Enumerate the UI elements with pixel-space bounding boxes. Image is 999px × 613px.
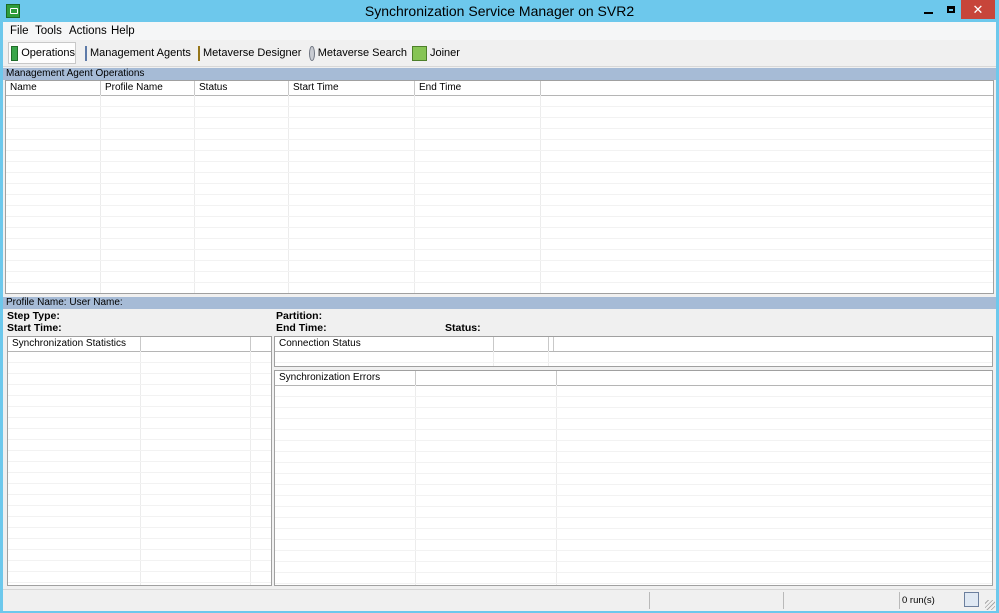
metaverse-designer-icon: [198, 45, 200, 61]
minimize-button[interactable]: [916, 0, 940, 19]
sync-errors-grid[interactable]: Synchronization Errors: [274, 370, 993, 586]
joiner-icon: [412, 45, 427, 61]
column-sync-errors-2[interactable]: [416, 371, 557, 385]
column-connection-status-2[interactable]: [494, 337, 549, 351]
connection-status-body: [275, 351, 992, 366]
metaverse-designer-label: Metaverse Designer: [203, 47, 302, 59]
column-connection-status-3[interactable]: [549, 337, 554, 351]
column-connection-status[interactable]: Connection Status: [275, 337, 494, 351]
joiner-label: Joiner: [430, 47, 460, 59]
close-icon: ✕: [972, 1, 984, 17]
maximize-button[interactable]: [940, 0, 961, 19]
connection-status-grid[interactable]: Connection Status: [274, 336, 993, 367]
maximize-icon: [946, 6, 955, 13]
resize-grip[interactable]: [985, 600, 995, 610]
column-sync-statistics[interactable]: Synchronization Statistics: [8, 337, 141, 351]
status-bar: 0 run(s): [3, 589, 996, 611]
status-label: Status:: [445, 322, 481, 334]
management-agents-button[interactable]: Management Agents: [83, 42, 191, 64]
menu-help[interactable]: Help: [111, 25, 135, 37]
connection-status-header: Connection Status: [275, 337, 992, 352]
sync-statistics-header: Synchronization Statistics: [8, 337, 271, 352]
sync-statistics-body: [8, 351, 271, 585]
partition-label: Partition:: [276, 310, 323, 322]
menu-bar: File Tools Actions Help: [3, 22, 996, 40]
management-agents-label: Management Agents: [90, 47, 191, 59]
client-area: File Tools Actions Help Operations Manag…: [3, 22, 996, 611]
title-bar[interactable]: Synchronization Service Manager on SVR2 …: [0, 0, 999, 22]
end-time-label: End Time:: [276, 322, 327, 334]
menu-tools[interactable]: Tools: [35, 25, 62, 37]
column-profile-name[interactable]: Profile Name: [101, 81, 195, 95]
minimize-icon: [923, 11, 933, 14]
operations-grid-body: [6, 95, 993, 293]
metaverse-search-button[interactable]: Metaverse Search: [307, 42, 407, 64]
column-status[interactable]: Status: [195, 81, 289, 95]
run-count: 0 run(s): [902, 595, 935, 606]
operations-label: Operations: [21, 47, 75, 59]
management-agents-icon: [85, 45, 87, 61]
details-band: Profile Name: User Name:: [3, 297, 996, 309]
column-end-time[interactable]: End Time: [415, 81, 541, 95]
toolbar: Operations Management Agents Metaverse D…: [3, 40, 996, 67]
column-name[interactable]: Name: [6, 81, 101, 95]
start-time-label: Start Time:: [7, 322, 62, 334]
refresh-icon[interactable]: [964, 592, 979, 607]
column-sync-statistics-value[interactable]: [141, 337, 251, 351]
metaverse-search-label: Metaverse Search: [317, 47, 407, 59]
metaverse-search-icon: [309, 45, 315, 61]
window-title: Synchronization Service Manager on SVR2: [364, 3, 635, 19]
menu-file[interactable]: File: [10, 25, 29, 37]
close-button[interactable]: ✕: [961, 0, 995, 19]
operations-icon: [11, 45, 19, 61]
sync-errors-header: Synchronization Errors: [275, 371, 992, 386]
sync-statistics-grid[interactable]: Synchronization Statistics: [7, 336, 272, 586]
operations-button[interactable]: Operations: [8, 42, 76, 64]
step-type-label: Step Type:: [7, 310, 60, 322]
metaverse-designer-button[interactable]: Metaverse Designer: [196, 42, 302, 64]
column-start-time[interactable]: Start Time: [289, 81, 415, 95]
operations-grid-header: Name Profile Name Status Start Time End …: [6, 81, 993, 96]
sync-errors-body: [275, 385, 992, 585]
operations-grid[interactable]: Name Profile Name Status Start Time End …: [5, 80, 994, 294]
operations-section-header: Management Agent Operations: [3, 68, 996, 80]
main-window: Synchronization Service Manager on SVR2 …: [0, 0, 999, 613]
joiner-button[interactable]: Joiner: [410, 42, 460, 64]
menu-actions[interactable]: Actions: [69, 25, 107, 37]
column-sync-errors[interactable]: Synchronization Errors: [275, 371, 416, 385]
